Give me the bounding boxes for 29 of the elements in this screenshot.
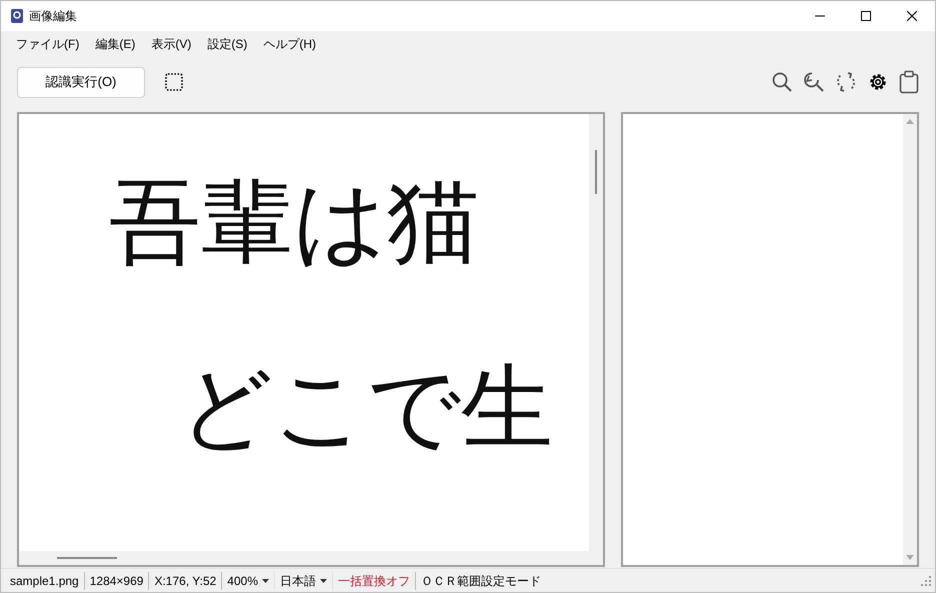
resize-grip-icon[interactable] xyxy=(921,576,931,586)
menu-item[interactable]: 設定(S) xyxy=(200,32,254,54)
menu-item[interactable]: 表示(V) xyxy=(144,32,198,54)
caret-icon xyxy=(262,578,269,582)
menu-item[interactable]: 編集(E) xyxy=(88,32,142,54)
rotate-icon[interactable] xyxy=(835,71,857,93)
window-title: 画像編集 xyxy=(29,8,77,25)
scrollbar-thumb[interactable] xyxy=(595,150,597,194)
selection-icon[interactable] xyxy=(165,73,183,91)
status-text: 一括置換オフ xyxy=(333,572,416,590)
caret-icon xyxy=(320,578,327,582)
status-text: ＯＣＲ範囲設定モード xyxy=(420,572,542,590)
image-text: どこで生 xyxy=(179,362,553,454)
search-refresh-icon[interactable] xyxy=(803,71,825,93)
close-icon xyxy=(907,11,917,21)
run-recognition-button[interactable]: 認識実行(O) xyxy=(17,66,145,98)
clipboard-icon[interactable] xyxy=(899,70,919,94)
status-text: sample1.png xyxy=(5,572,85,590)
app-icon xyxy=(11,9,23,23)
status-dropdown[interactable]: 400% xyxy=(222,572,275,590)
image-text: 吾輩は猫 xyxy=(109,176,479,268)
status-text: X:176, Y:52 xyxy=(149,572,222,590)
search-icon[interactable] xyxy=(771,71,793,93)
status-text: 1284×969 xyxy=(84,572,150,590)
status-dropdown[interactable]: 日本語 xyxy=(275,572,333,590)
maximize-icon xyxy=(861,11,871,21)
scrollbar-thumb[interactable] xyxy=(57,557,117,559)
menu-item[interactable]: ヘルプ(H) xyxy=(256,32,323,54)
menu-item[interactable]: ファイル(F) xyxy=(9,32,86,54)
